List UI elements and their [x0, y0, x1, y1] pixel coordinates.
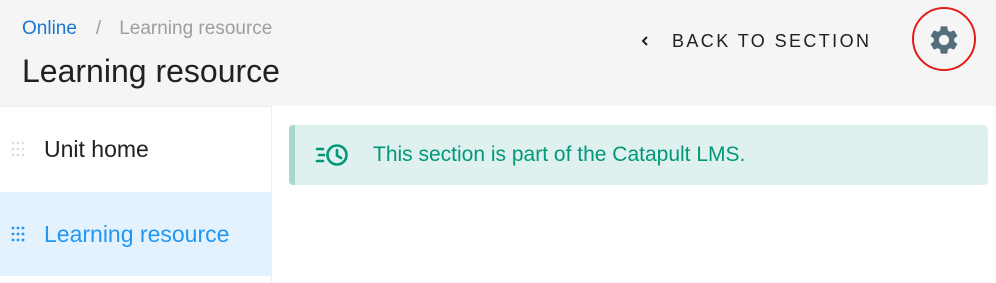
info-notice: This section is part of the Catapult LMS…: [289, 125, 988, 185]
sidebar: Unit home Learning resource: [0, 106, 272, 283]
drag-handle-icon[interactable]: [10, 225, 26, 243]
sidebar-item-label: Learning resource: [44, 220, 230, 247]
chevron-left-icon: [632, 31, 658, 51]
page-title: Learning resource: [22, 53, 280, 89]
breadcrumb-link-online[interactable]: Online: [22, 18, 77, 39]
settings-button[interactable]: [926, 22, 962, 58]
gear-icon: [930, 26, 958, 54]
breadcrumb-separator: /: [95, 18, 102, 39]
notice-text: This section is part of the Catapult LMS…: [373, 143, 746, 166]
breadcrumb-current: Learning resource: [119, 18, 273, 39]
sidebar-item-label: Unit home: [44, 135, 149, 162]
breadcrumb: Online / Learning resource: [22, 17, 272, 41]
back-to-section-label: BACK TO SECTION: [672, 30, 872, 51]
sidebar-item-learning-resource[interactable]: Learning resource: [0, 192, 271, 276]
page-header: Online / Learning resource Learning resour…: [0, 0, 996, 106]
sidebar-item-unit-home[interactable]: Unit home: [0, 107, 271, 191]
history-clock-icon: [315, 144, 348, 166]
back-to-section-button[interactable]: BACK TO SECTION: [632, 22, 871, 60]
drag-handle-icon[interactable]: [10, 140, 26, 158]
